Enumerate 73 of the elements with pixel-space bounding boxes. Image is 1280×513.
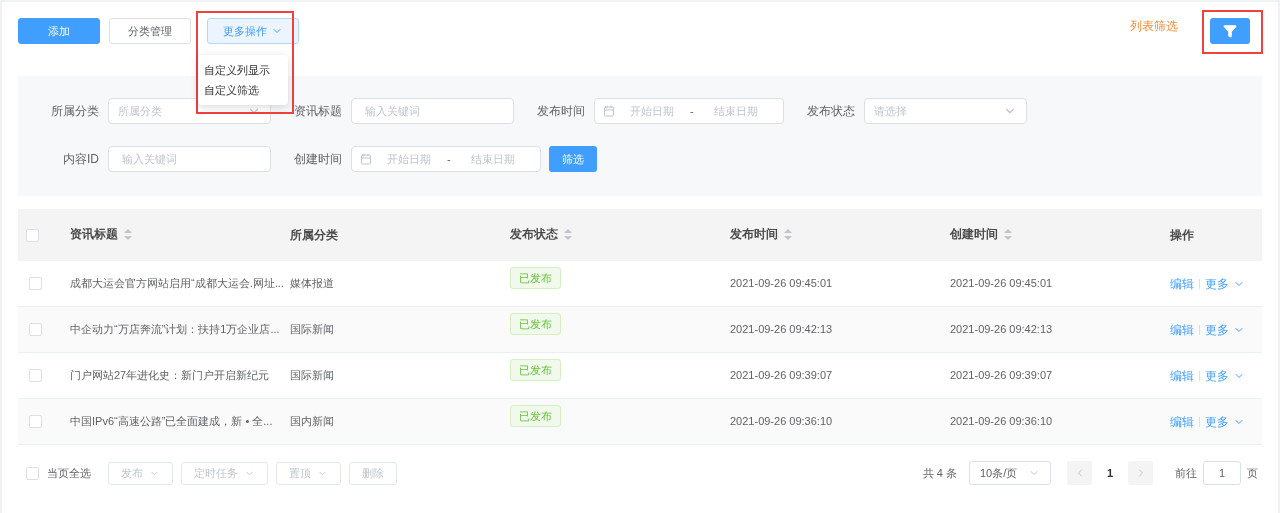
status-tag: 已发布 [510,404,561,427]
more-link[interactable]: 更多 [1205,366,1245,385]
filter-button[interactable] [1210,18,1250,44]
toolbar-button[interactable]: 分类管理 [109,18,191,44]
column-header: 资讯标题 [70,226,118,243]
total-count: 共 4 条 [922,465,957,481]
table-cell: 中国IPv6“高速公路”已全面建成，新 • 全... [70,415,273,428]
goto-label: 前往 [1175,465,1197,481]
sort-icon[interactable] [784,228,792,240]
field-label: 发布时间 [536,103,586,120]
column-header: 发布时间 [730,226,778,243]
sort-icon[interactable] [124,228,132,240]
edit-link[interactable]: 编辑 [1170,366,1194,385]
edit-link[interactable]: 编辑 [1170,274,1194,293]
sort-icon[interactable] [564,228,572,240]
checkbox[interactable] [26,466,39,480]
menu-item[interactable]: 自定义筛选 [198,80,288,100]
table-cell: 中企动力“万店奔流”计划：扶持1万企业店... [70,323,280,336]
filter-icon [1223,24,1237,38]
toolbar-button[interactable]: 添加 [18,18,100,44]
checkbox[interactable] [26,228,39,242]
list-filter-label: 列表筛选 [1130,18,1178,35]
field-label: 所属分类 [50,103,100,120]
menu-item[interactable]: 自定义列显示 [198,60,288,80]
filter-button[interactable]: 筛选 [549,146,597,172]
more-actions-button[interactable]: 更多操作 [207,18,299,44]
edit-link[interactable]: 编辑 [1170,320,1194,339]
calendar-icon [603,105,615,117]
status-tag: 已发布 [510,312,561,335]
table-cell: 2021-09-26 09:39:07 [730,369,833,382]
bulk-action-button[interactable]: 发布 [108,461,173,485]
bulk-action-button[interactable]: 删除 [349,461,397,485]
table-cell: 2021-09-26 09:39:07 [950,369,1053,382]
more-link[interactable]: 更多 [1205,412,1245,431]
checkbox[interactable] [29,369,42,382]
table-cell: 国际新闻 [290,369,334,382]
status-tag: 已发布 [510,266,561,289]
field-label: 内容ID [62,151,100,168]
field-label: 资讯标题 [293,103,343,120]
page-button[interactable]: 1 [1092,461,1128,485]
column-header: 发布状态 [510,226,558,243]
sort-icon[interactable] [1004,228,1012,240]
table-cell: 2021-09-26 09:36:10 [730,415,833,428]
previous-page-button[interactable] [1067,461,1092,485]
table-cell: 2021-09-26 09:42:13 [730,323,833,336]
table-cell: 2021-09-26 09:45:01 [950,277,1053,290]
table-cell: 国内新闻 [290,415,334,428]
table-cell: 成都大运会官方网站启用“成都大运会.网址... [70,277,284,290]
field-label: 发布状态 [806,103,856,120]
goto-suffix: 页 [1247,465,1258,481]
table-cell: 门户网站27年进化史：新门户开启新纪元 [70,369,270,382]
next-page-button[interactable] [1128,461,1153,485]
status-tag: 已发布 [510,358,561,381]
checkbox[interactable] [29,415,42,428]
edit-link[interactable]: 编辑 [1170,412,1194,431]
column-header: 创建时间 [950,226,998,243]
more-link[interactable]: 更多 [1205,320,1245,339]
field-label: 创建时间 [293,151,343,168]
calendar-icon [360,153,372,165]
column-header: 操作 [1170,227,1194,244]
table-cell: 2021-09-26 09:36:10 [950,415,1053,428]
page-input[interactable]: 1 [1203,461,1241,485]
table-cell: 2021-09-26 09:45:01 [730,277,833,290]
table-cell: 媒体报道 [290,277,334,290]
column-header: 所属分类 [290,227,338,244]
page-size-select[interactable]: 10条/页 [969,461,1051,485]
select-all-label: 当页全选 [47,465,91,481]
more-link[interactable]: 更多 [1205,274,1245,293]
checkbox[interactable] [29,323,42,336]
table-cell: 国际新闻 [290,323,334,336]
highlight-frame [1202,10,1263,54]
checkbox[interactable] [29,277,42,290]
table-cell: 2021-09-26 09:42:13 [950,323,1053,336]
